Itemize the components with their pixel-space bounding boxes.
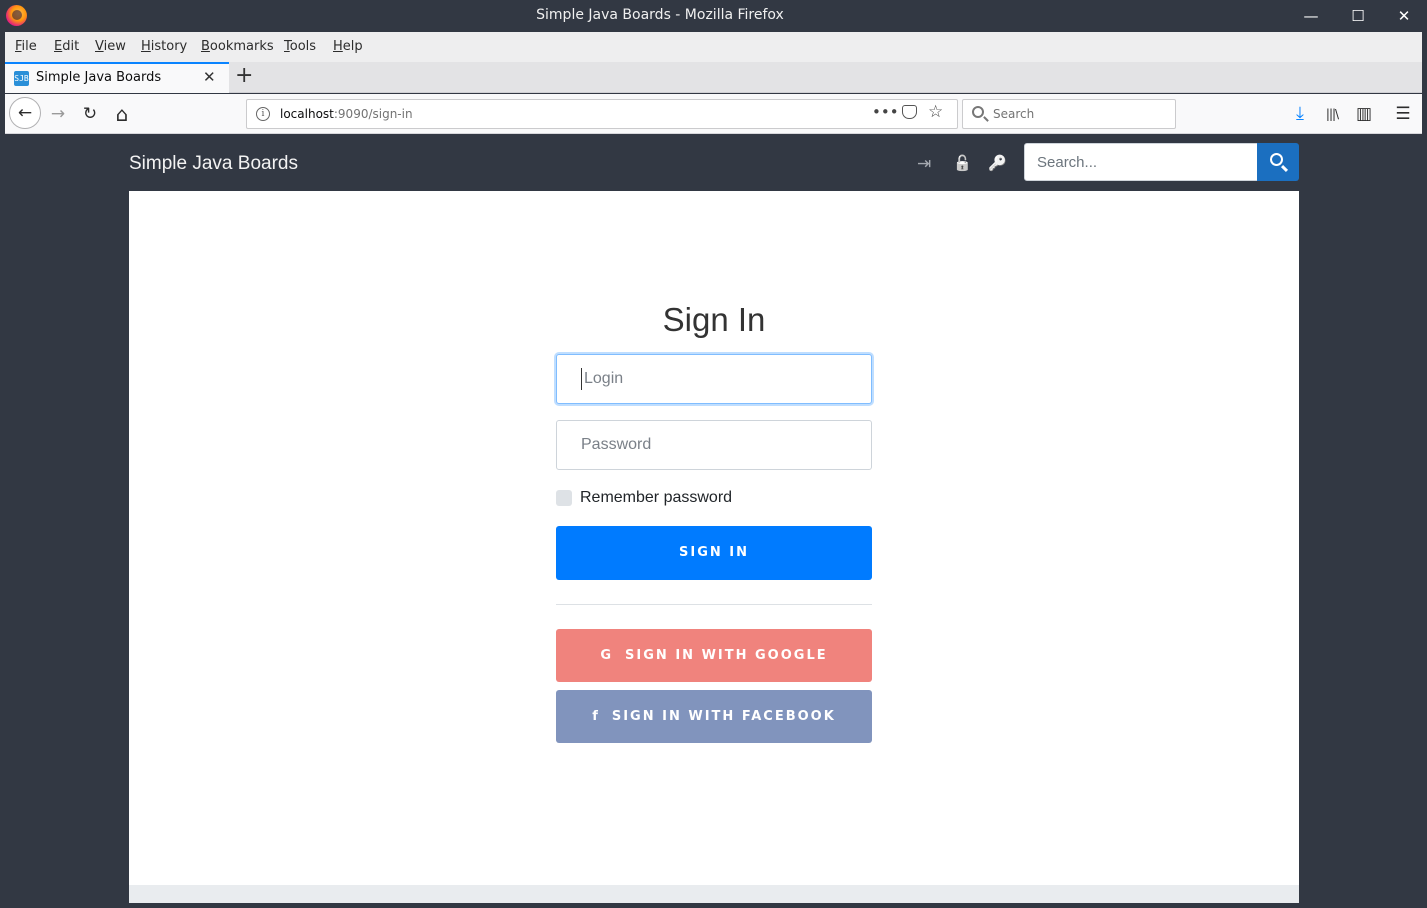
search-icon <box>972 106 984 118</box>
remember-password-label[interactable]: Remember password <box>580 489 732 507</box>
sidebar-icon[interactable]: ▥ <box>1349 99 1379 129</box>
new-tab-button[interactable]: + <box>235 63 253 88</box>
window-title: Simple Java Boards - Mozilla Firefox <box>536 7 784 23</box>
google-button-label: SIGN IN WITH GOOGLE <box>625 648 828 663</box>
login-input[interactable]: Login <box>556 354 872 404</box>
bookmark-star-icon[interactable]: ☆ <box>928 102 943 122</box>
divider <box>556 604 872 605</box>
url-text[interactable]: localhost:9090/sign-in <box>280 107 413 121</box>
library-icon[interactable]: |||\ <box>1317 99 1347 129</box>
maximize-button[interactable]: ☐ <box>1346 4 1370 28</box>
password-input[interactable]: Password <box>556 420 872 470</box>
menu-help[interactable]: Help <box>333 39 363 54</box>
tab-strip: SJB Simple Java Boards ✕ + <box>5 62 1422 93</box>
search-icon <box>1270 153 1283 166</box>
address-bar[interactable]: i localhost:9090/sign-in ••• ☆ <box>246 99 958 129</box>
back-button[interactable]: ← <box>9 97 41 129</box>
sign-in-facebook-button[interactable]: f SIGN IN WITH FACEBOOK <box>556 690 872 743</box>
menu-view[interactable]: View <box>95 39 126 54</box>
remember-password-checkbox[interactable] <box>556 490 572 506</box>
browser-search-placeholder: Search <box>993 107 1035 121</box>
login-placeholder: Login <box>584 370 624 387</box>
navigation-toolbar: ← → ↻ ⌂ i localhost:9090/sign-in ••• ☆ S… <box>5 94 1422 134</box>
password-placeholder: Password <box>581 436 652 453</box>
site-search-button[interactable] <box>1257 143 1299 181</box>
page-actions-icon[interactable]: ••• <box>872 103 899 121</box>
menu-bookmarks[interactable]: Bookmarks <box>201 39 274 54</box>
page-title: Sign In <box>662 301 766 338</box>
menu-history[interactable]: History <box>141 39 187 54</box>
site-search-placeholder: Search... <box>1037 154 1098 171</box>
site-header: Simple Java Boards ⇥ 🔓 🔑 Search... <box>5 135 1422 191</box>
site-search-input[interactable]: Search... <box>1024 143 1258 181</box>
site-favicon-icon: SJB <box>14 71 29 86</box>
pocket-icon[interactable] <box>902 105 917 119</box>
menu-tools[interactable]: Tools <box>284 39 316 54</box>
text-caret <box>581 368 582 390</box>
sign-in-icon[interactable]: ⇥ <box>917 154 931 174</box>
downloads-icon[interactable]: ⤓ <box>1285 99 1315 129</box>
reload-button[interactable]: ↻ <box>75 99 105 129</box>
facebook-button-label: SIGN IN WITH FACEBOOK <box>611 709 836 724</box>
facebook-icon: f <box>592 709 598 724</box>
main-content: Sign In Login Password Remember password… <box>129 191 1299 885</box>
key-icon[interactable]: 🔑 <box>988 154 1007 172</box>
hamburger-menu-icon[interactable]: ☰ <box>1388 99 1418 129</box>
minimize-button[interactable]: — <box>1299 4 1323 28</box>
menu-bar: File Edit View History Bookmarks Tools H… <box>5 32 1422 62</box>
tab-title: Simple Java Boards <box>36 70 162 85</box>
window-titlebar: Simple Java Boards - Mozilla Firefox — ☐… <box>0 0 1427 32</box>
unlock-icon[interactable]: 🔓 <box>953 154 972 172</box>
forward-button[interactable]: → <box>43 99 73 129</box>
home-button[interactable]: ⌂ <box>107 99 137 129</box>
google-icon: G <box>600 648 612 663</box>
close-window-button[interactable]: ✕ <box>1392 4 1416 28</box>
site-brand[interactable]: Simple Java Boards <box>129 153 298 175</box>
page-footer <box>129 885 1299 903</box>
menu-file[interactable]: File <box>15 39 37 54</box>
close-tab-icon[interactable]: ✕ <box>203 68 216 86</box>
sign-in-button[interactable]: SIGN IN <box>556 526 872 580</box>
tab-simple-java-boards[interactable]: SJB Simple Java Boards ✕ <box>5 62 229 93</box>
sign-in-google-button[interactable]: G SIGN IN WITH GOOGLE <box>556 629 872 682</box>
menu-edit[interactable]: Edit <box>54 39 79 54</box>
site-info-icon[interactable]: i <box>256 107 270 121</box>
browser-search-bar[interactable]: Search <box>962 99 1176 129</box>
